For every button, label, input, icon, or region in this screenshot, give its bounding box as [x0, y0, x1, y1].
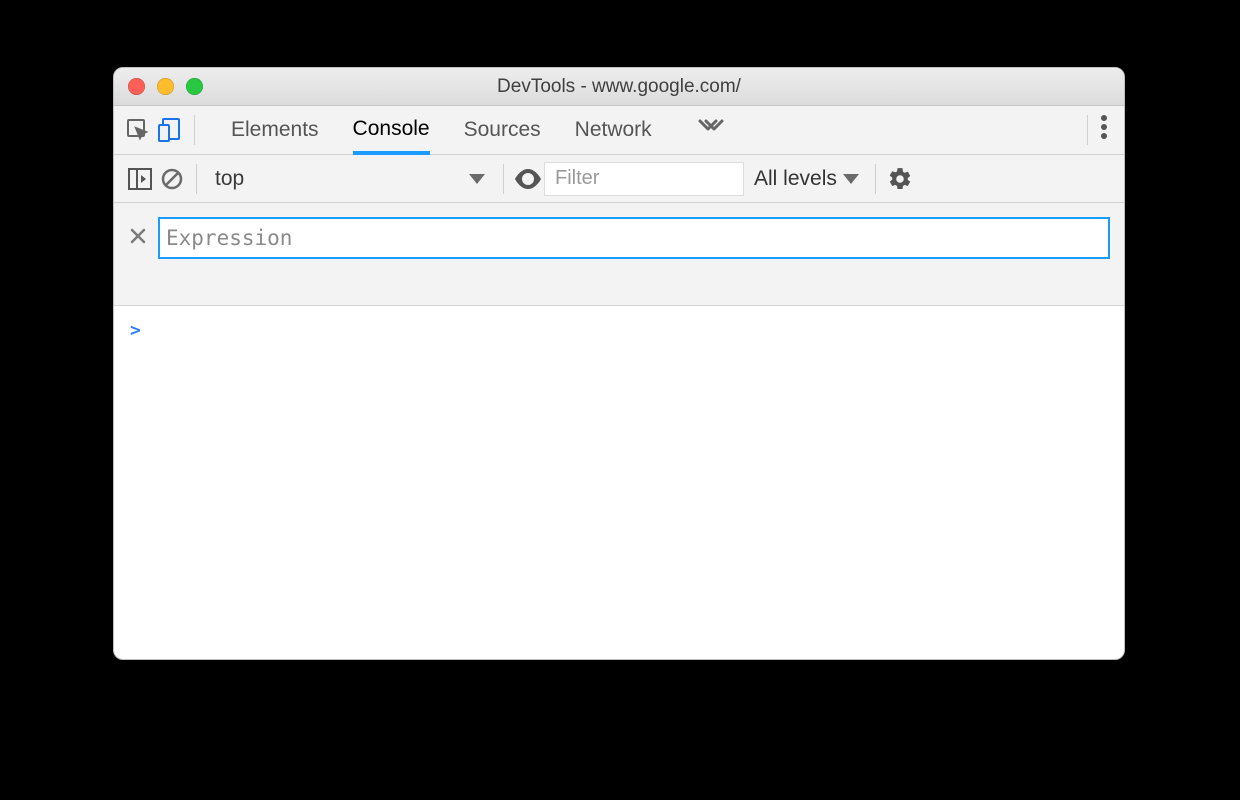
- tab-sources[interactable]: Sources: [464, 106, 541, 154]
- separator: [503, 164, 504, 194]
- clear-console-icon[interactable]: [156, 163, 188, 195]
- kebab-menu-icon[interactable]: [1096, 114, 1116, 146]
- separator: [875, 164, 876, 194]
- close-icon[interactable]: [128, 227, 148, 250]
- console-prompt-caret: >: [130, 320, 141, 341]
- chevron-down-icon: [843, 174, 859, 184]
- separator: [196, 164, 197, 194]
- console-settings-gear-icon[interactable]: [884, 163, 916, 195]
- log-levels-label: All levels: [754, 167, 837, 191]
- console-output-area[interactable]: >: [114, 306, 1124, 355]
- console-toolbar: top All levels: [114, 155, 1124, 203]
- device-toolbar-icon[interactable]: [154, 114, 186, 146]
- chevron-down-icon: [469, 174, 485, 184]
- panel-tabs-bar: Elements Console Sources Network: [114, 106, 1124, 155]
- window-title: DevTools - www.google.com/: [114, 76, 1124, 98]
- devtools-window: DevTools - www.google.com/ Elements Cons…: [113, 67, 1125, 660]
- live-expression-bar: [114, 203, 1124, 306]
- toggle-sidebar-icon[interactable]: [124, 163, 156, 195]
- inspect-element-icon[interactable]: [122, 114, 154, 146]
- execution-context-selector[interactable]: top: [205, 161, 495, 197]
- live-expression-eye-icon[interactable]: [512, 163, 544, 195]
- log-levels-selector[interactable]: All levels: [754, 167, 859, 191]
- execution-context-label: top: [215, 167, 244, 191]
- separator: [194, 115, 195, 145]
- window-titlebar: DevTools - www.google.com/: [114, 68, 1124, 106]
- panel-tabs: Elements Console Sources Network: [231, 106, 1079, 154]
- more-tabs-icon[interactable]: [686, 117, 736, 143]
- separator: [1087, 115, 1088, 145]
- tab-console[interactable]: Console: [353, 107, 430, 155]
- live-expression-input[interactable]: [158, 217, 1110, 259]
- tab-network[interactable]: Network: [575, 106, 652, 154]
- console-filter-input[interactable]: [544, 162, 744, 196]
- tab-elements[interactable]: Elements: [231, 106, 319, 154]
